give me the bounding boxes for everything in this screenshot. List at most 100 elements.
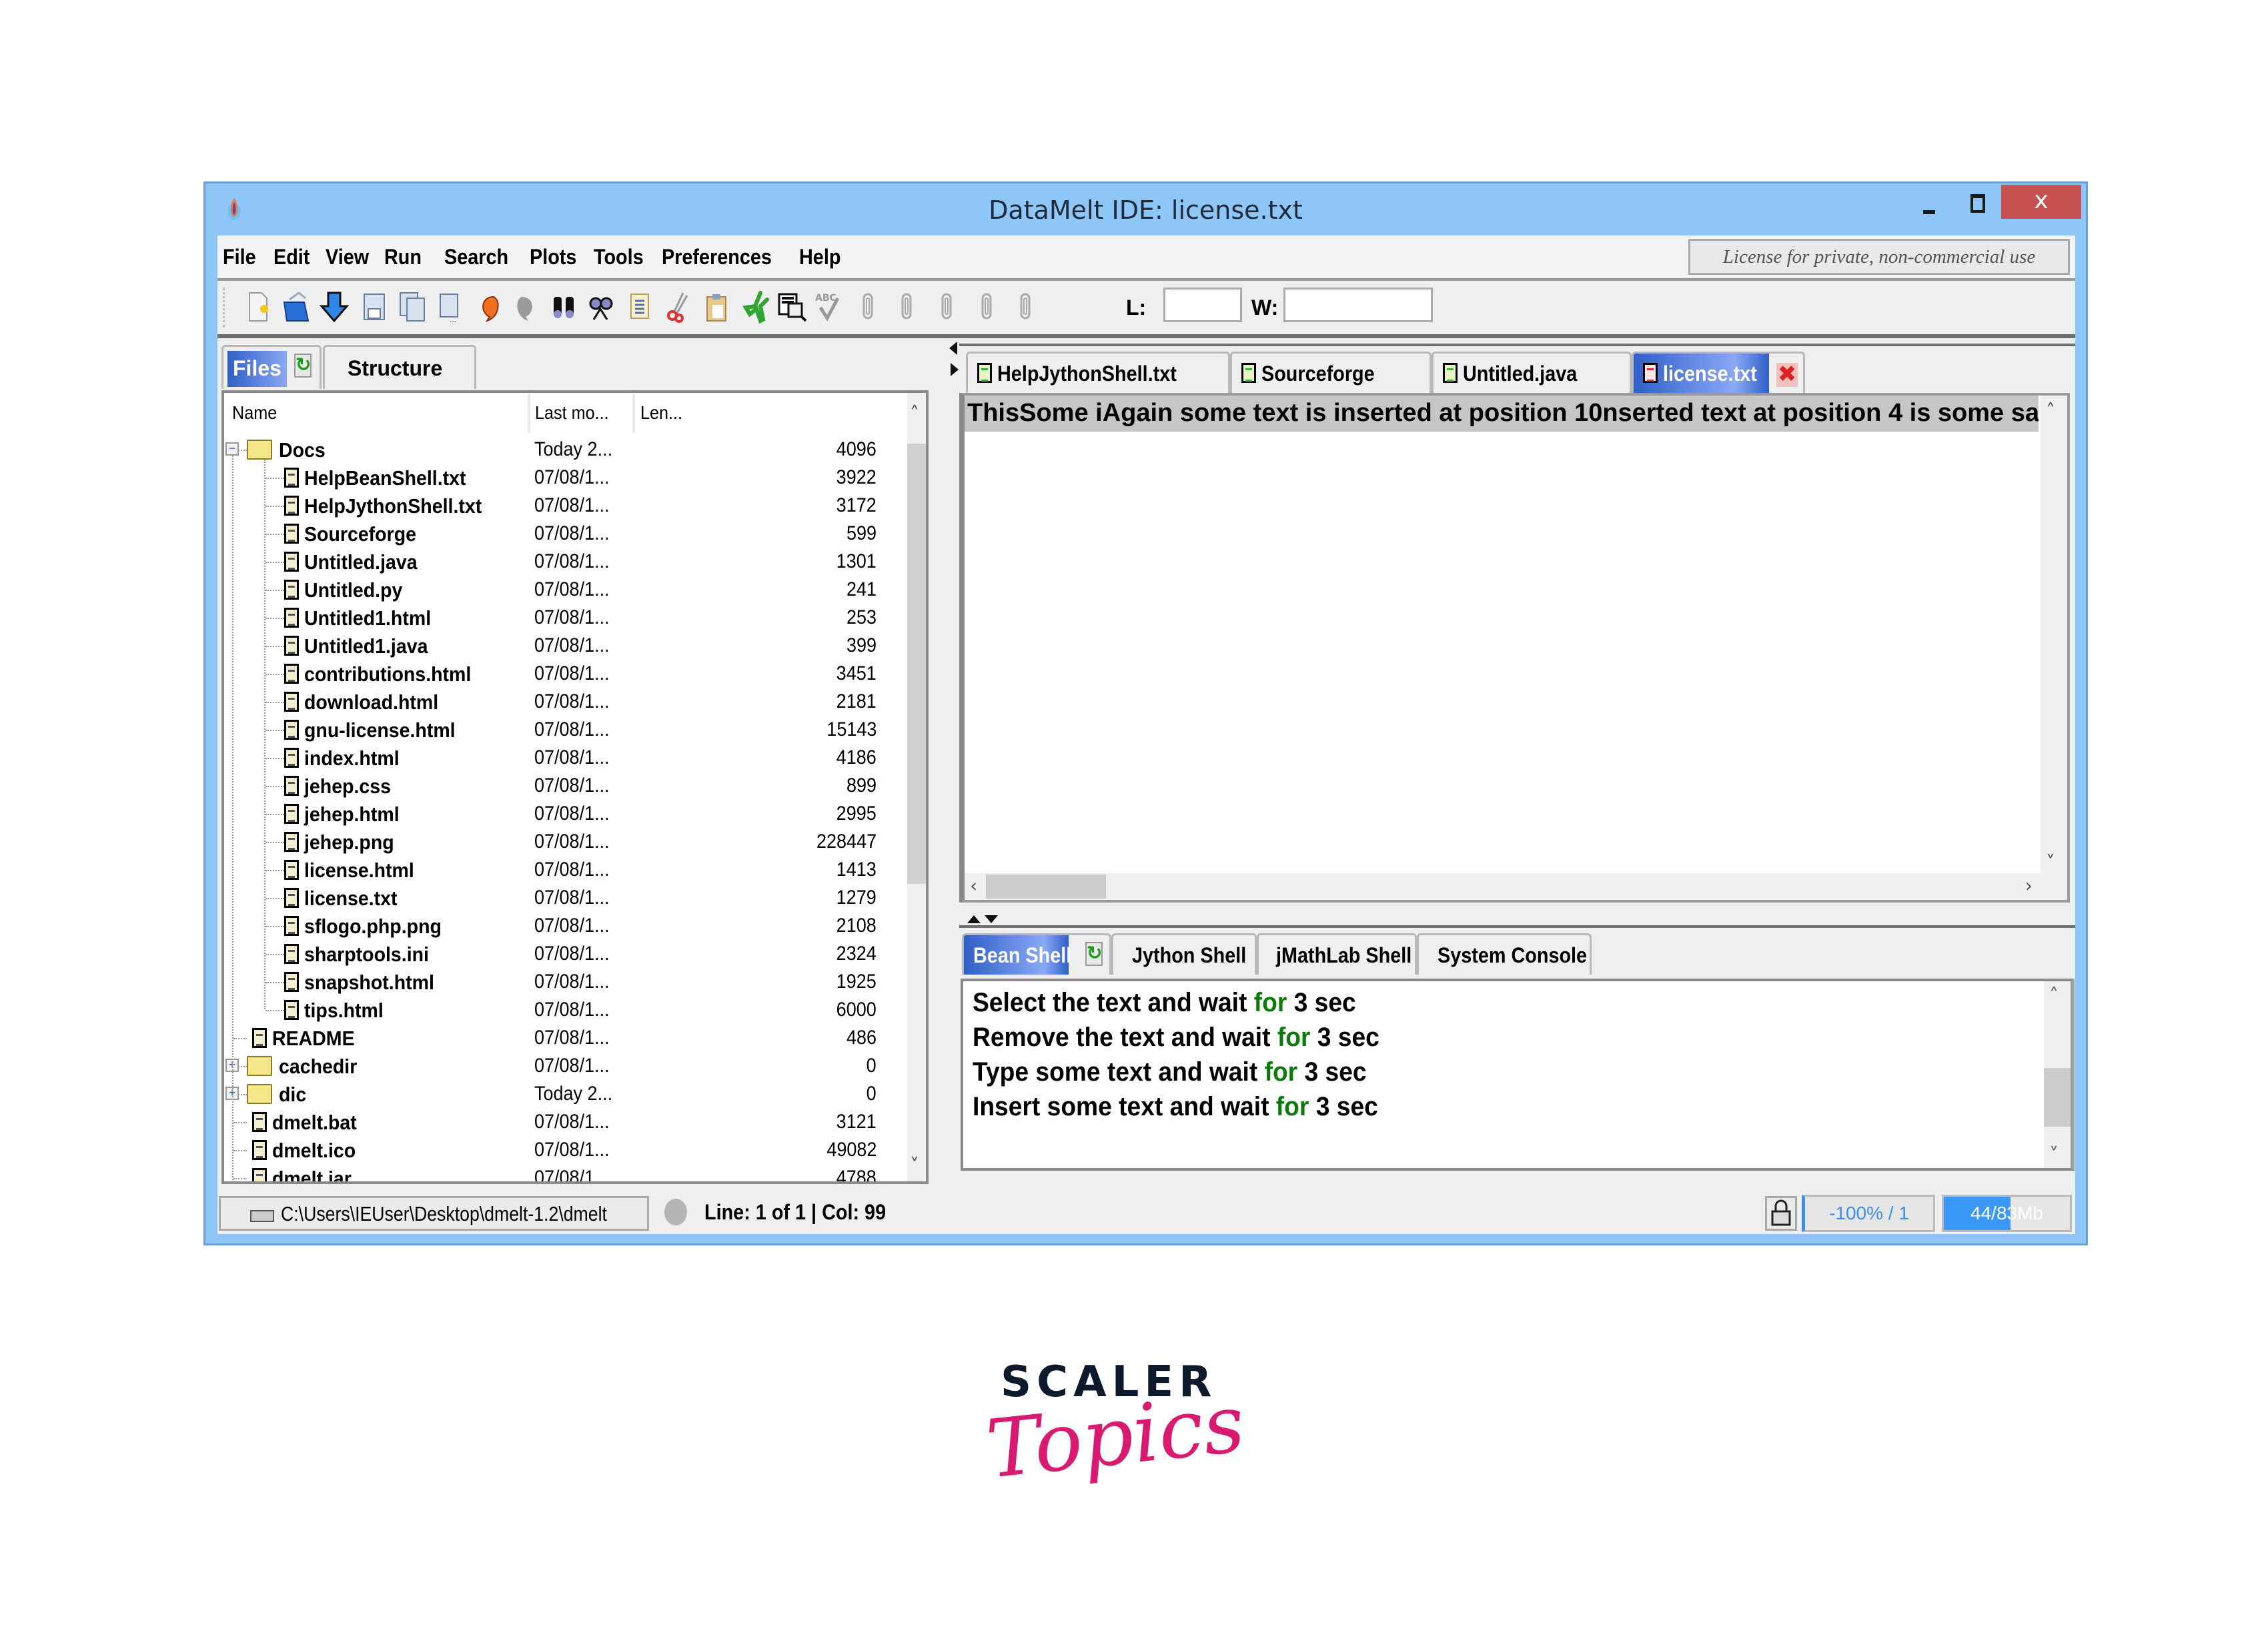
menu-plots[interactable]: Plots — [530, 245, 576, 269]
column-header-length[interactable]: Len... — [640, 393, 682, 433]
scroll-up-icon[interactable]: ˄ — [2046, 400, 2055, 422]
width-input[interactable] — [1283, 288, 1433, 322]
refresh-icon[interactable]: ↻ — [1085, 942, 1103, 966]
memory-usage[interactable]: 44/83Mb — [1942, 1195, 2072, 1232]
editor-horizontal-scrollbar[interactable]: ‹ › — [965, 873, 2067, 900]
column-header-last-modified[interactable]: Last mo... — [535, 393, 609, 433]
spellcheck-icon[interactable]: ABC — [814, 290, 844, 324]
scroll-right-icon[interactable]: › — [2025, 875, 2033, 897]
tab-structure[interactable]: Structure — [323, 345, 476, 389]
save-as-icon[interactable]: ... — [435, 290, 466, 324]
download-icon[interactable] — [319, 290, 350, 324]
tree-vertical-scrollbar[interactable]: ˄ ˅ — [907, 393, 926, 1181]
refresh-icon[interactable]: ↻ — [294, 354, 312, 378]
menu-file[interactable]: File — [223, 245, 256, 269]
menu-tools[interactable]: Tools — [594, 245, 644, 269]
bookmark-icon[interactable] — [931, 290, 962, 324]
close-tab-icon[interactable]: ✖ — [1776, 363, 1798, 387]
tree-file-row[interactable]: sflogo.php.png 07/08/1... 2108 — [224, 912, 911, 940]
shell-vertical-scrollbar[interactable]: ˄ ˅ — [2044, 981, 2071, 1168]
shell-output[interactable]: Select the text and wait for 3 sec Remov… — [961, 979, 2075, 1171]
menu-preferences[interactable]: Preferences — [662, 245, 772, 269]
paste-icon[interactable] — [702, 290, 732, 324]
tab-jython-shell[interactable]: Jython Shell — [1111, 933, 1257, 975]
tree-file-row[interactable]: Untitled1.html 07/08/1... 253 — [224, 604, 911, 632]
splitter-resize-icon[interactable] — [966, 913, 1006, 926]
editor-vertical-scrollbar[interactable]: ˄ ˅ — [2041, 396, 2067, 876]
column-divider[interactable] — [632, 394, 635, 433]
tree-file-row[interactable]: contributions.html 07/08/1... 3451 — [224, 660, 911, 688]
editor-tab-helpjythonshell[interactable]: HelpJythonShell.txt — [966, 352, 1230, 393]
line-input[interactable] — [1163, 288, 1242, 322]
editor-tab-license-txt[interactable]: license.txt ✖ — [1632, 352, 1805, 393]
maximize-button[interactable] — [1953, 190, 2000, 223]
column-divider[interactable] — [528, 394, 530, 433]
find-icon[interactable] — [548, 290, 579, 324]
scroll-up-icon[interactable]: ˄ — [910, 402, 919, 424]
tree-folder-row[interactable]: + dic Today 2... 0 — [224, 1080, 911, 1108]
tab-system-console[interactable]: System Console — [1417, 933, 1592, 975]
tree-folder-row[interactable]: + cachedir 07/08/1... 0 — [224, 1052, 911, 1080]
tab-jmathlab-shell[interactable]: jMathLab Shell — [1257, 933, 1417, 975]
menu-run[interactable]: Run — [384, 245, 422, 269]
tree-file-row[interactable]: gnu-license.html 07/08/1... 15143 — [224, 716, 911, 744]
scroll-left-icon[interactable]: ‹ — [970, 875, 977, 897]
scroll-up-icon[interactable]: ˄ — [2049, 984, 2059, 1006]
menu-search[interactable]: Search — [444, 245, 508, 269]
tree-file-row[interactable]: Untitled.java 07/08/1... 1301 — [224, 548, 911, 576]
tree-file-row[interactable]: Untitled1.java 07/08/1... 399 — [224, 632, 911, 660]
working-directory[interactable]: C:\Users\IEUser\Desktop\dmelt-1.2\dmelt — [219, 1196, 649, 1231]
editor-current-line[interactable]: ThisSome iAgain some text is inserted at… — [965, 396, 2039, 432]
tab-bean-shell[interactable]: Bean Shell ↻ — [962, 933, 1111, 975]
tree-file-row[interactable]: license.txt 07/08/1... 1279 — [224, 884, 911, 912]
menu-edit[interactable]: Edit — [273, 245, 310, 269]
copy-icon[interactable] — [626, 290, 656, 324]
tree-file-row[interactable]: dmelt.ico 07/08/1... 49082 — [224, 1136, 911, 1164]
scrollbar-thumb[interactable] — [986, 875, 1106, 899]
tree-file-row[interactable]: tips.html 07/08/1... 6000 — [224, 996, 911, 1024]
lock-button[interactable] — [1765, 1196, 1797, 1231]
tree-folder-row[interactable]: − Docs Today 2... 4096 — [224, 436, 911, 464]
tree-file-row[interactable]: README 07/08/1... 486 — [224, 1024, 911, 1052]
tree-file-row[interactable]: snapshot.html 07/08/1... 1925 — [224, 968, 911, 996]
save-all-icon[interactable] — [398, 290, 428, 324]
toolbar-grip[interactable] — [223, 288, 227, 328]
scroll-down-icon[interactable]: ˅ — [910, 1154, 919, 1176]
menu-view[interactable]: View — [326, 245, 369, 269]
editor-tab-untitled-java[interactable]: Untitled.java — [1432, 352, 1632, 393]
scroll-down-icon[interactable]: ˅ — [2046, 851, 2055, 873]
editor-tab-sourceforge[interactable]: Sourceforge — [1230, 352, 1432, 393]
tree-file-row[interactable]: download.html 07/08/1... 2181 — [224, 688, 911, 716]
scrollbar-thumb[interactable] — [2044, 1068, 2071, 1127]
run-icon[interactable] — [740, 290, 771, 324]
bookmark-icon[interactable] — [891, 290, 922, 324]
tree-file-row[interactable]: license.html 07/08/1... 1413 — [224, 856, 911, 884]
tree-file-row[interactable]: jehep.css 07/08/1... 899 — [224, 772, 911, 800]
column-header-name[interactable]: Name — [232, 393, 277, 433]
bookmark-icon[interactable] — [971, 290, 1002, 324]
undo-icon[interactable] — [474, 290, 504, 324]
preview-icon[interactable] — [776, 290, 807, 324]
tree-file-row[interactable]: jehep.png 07/08/1... 228447 — [224, 828, 911, 856]
cut-icon[interactable] — [663, 290, 694, 324]
tree-file-row[interactable]: sharptools.ini 07/08/1... 2324 — [224, 940, 911, 968]
bookmark-icon[interactable] — [1010, 290, 1041, 324]
tree-file-row[interactable]: Untitled.py 07/08/1... 241 — [224, 576, 911, 604]
splitter-collapse-icon[interactable] — [948, 339, 960, 379]
find-replace-icon[interactable] — [586, 290, 616, 324]
tree-file-row[interactable]: dmelt.bat 07/08/1... 3121 — [224, 1108, 911, 1136]
tree-file-row[interactable]: dmelt.jar 07/08/1... 4788 — [224, 1164, 911, 1181]
close-button[interactable]: x — [2001, 185, 2081, 219]
title-bar[interactable]: DataMelt IDE: license.txt x — [205, 183, 2086, 235]
scrollbar-thumb[interactable] — [907, 444, 926, 884]
minimize-button[interactable] — [1906, 190, 1953, 223]
new-file-icon[interactable] — [243, 290, 273, 324]
save-icon[interactable] — [359, 290, 390, 324]
tree-file-row[interactable]: Sourceforge 07/08/1... 599 — [224, 520, 911, 548]
garbage-collect-icon[interactable] — [664, 1199, 687, 1225]
menu-help[interactable]: Help — [799, 245, 840, 269]
open-folder-icon[interactable] — [281, 290, 312, 324]
tree-file-row[interactable]: index.html 07/08/1... 4186 — [224, 744, 911, 772]
bookmark-icon[interactable] — [853, 290, 883, 324]
tree-file-row[interactable]: jehep.html 07/08/1... 2995 — [224, 800, 911, 828]
